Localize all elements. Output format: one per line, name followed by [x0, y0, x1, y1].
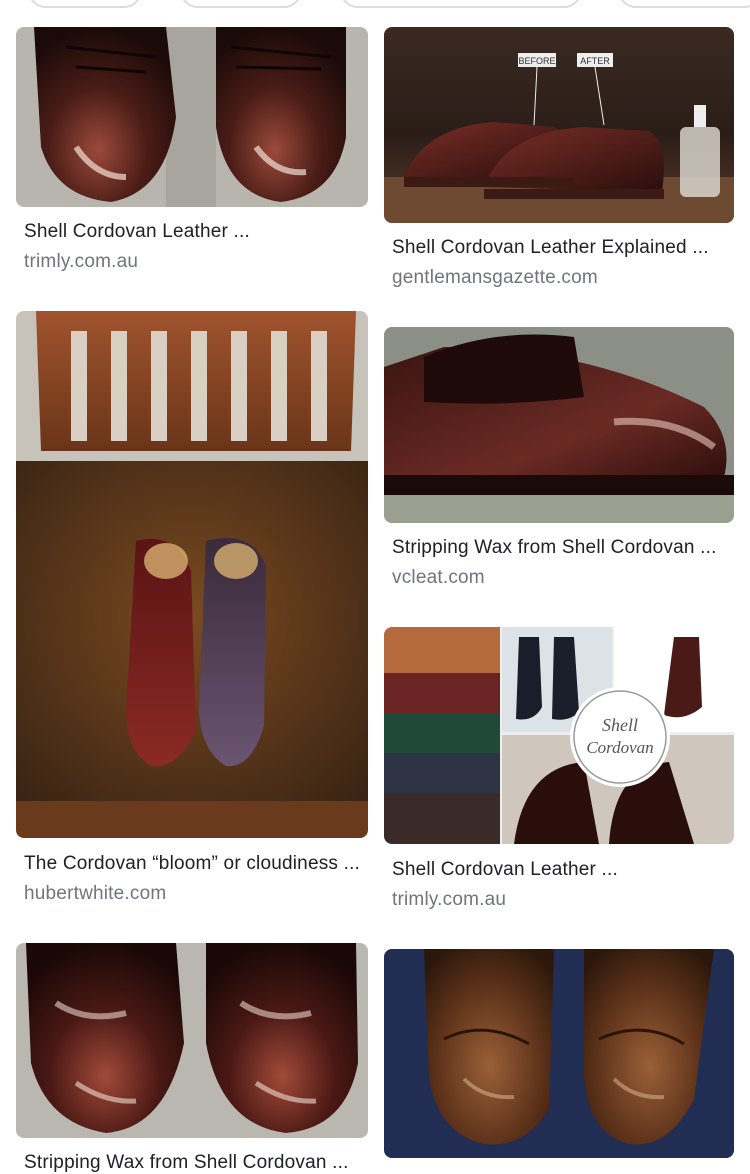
result-image-cordovan-shoes[interactable] — [16, 27, 368, 207]
result-title[interactable]: The Cordovan “bloom” or cloudiness ... — [24, 853, 364, 875]
before-label: BEFORE — [518, 56, 555, 66]
result-source[interactable]: trimly.com.au — [392, 889, 730, 911]
result-source[interactable]: hubertwhite.com — [24, 883, 364, 905]
logo-cordovan-text: Cordovan — [586, 738, 653, 757]
result-title[interactable]: Shell Cordovan Leather ... — [392, 859, 730, 881]
image-result-card[interactable] — [384, 949, 734, 1171]
result-image-cordovan-collage[interactable]: Shell Cordovan — [384, 627, 734, 844]
result-title[interactable]: Shell Cordovan Leather Explained ... — [392, 237, 730, 259]
result-source[interactable]: vcleat.com — [392, 567, 730, 589]
image-result-card[interactable]: The Cordovan “bloom” or cloudiness ... h… — [16, 311, 368, 919]
filter-chip[interactable] — [180, 0, 302, 8]
result-title[interactable]: Shell Cordovan Leather ... — [24, 221, 364, 243]
image-result-card[interactable]: Stripping Wax from Shell Cordovan ... vc… — [384, 327, 734, 603]
result-source[interactable]: trimly.com.au — [24, 251, 364, 273]
result-image-burgundy-derbies[interactable] — [384, 327, 734, 523]
image-result-card[interactable]: BEFORE AFTER Shell Cordovan Leather Expl… — [384, 27, 734, 303]
result-image-before-after[interactable]: BEFORE AFTER — [384, 27, 734, 223]
image-result-card[interactable]: Shell Cordovan Leather ... trimly.com.au — [16, 27, 368, 287]
result-image-shoe-toes[interactable] — [16, 943, 368, 1138]
filter-chip[interactable] — [28, 0, 142, 8]
result-title[interactable]: Stripping Wax from Shell Cordovan ... — [392, 537, 730, 559]
image-result-card[interactable]: Shell Cordovan Shell Cordovan Leather ..… — [384, 627, 734, 923]
result-image-brown-loafers[interactable] — [384, 949, 734, 1158]
result-image-shoes-on-chair[interactable] — [16, 311, 368, 838]
filter-chip[interactable] — [340, 0, 582, 8]
after-label: AFTER — [580, 56, 610, 66]
result-source[interactable]: gentlemansgazette.com — [392, 267, 730, 289]
filter-chip[interactable] — [618, 0, 750, 8]
logo-shell-text: Shell — [602, 715, 638, 735]
image-result-card[interactable]: Stripping Wax from Shell Cordovan ... — [16, 943, 368, 1173]
